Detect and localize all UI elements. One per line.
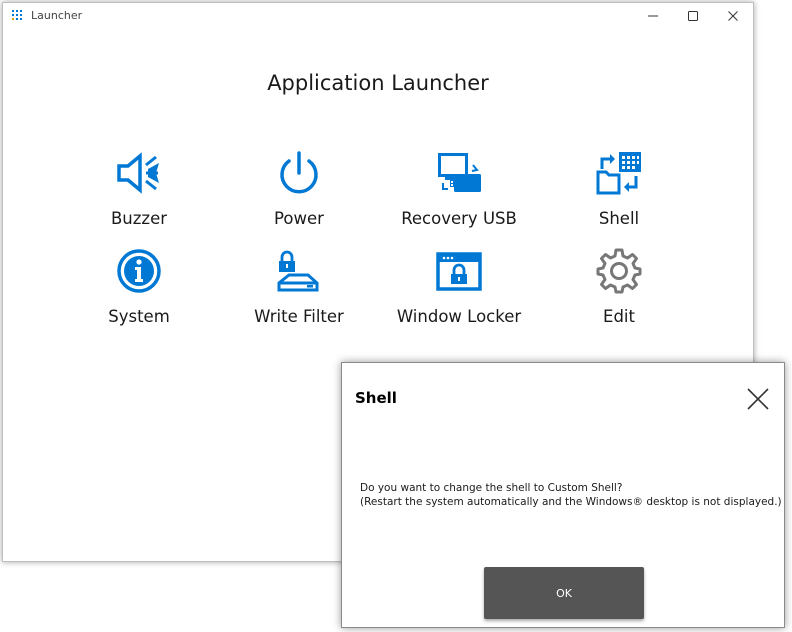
tile-label: Buzzer [110, 209, 168, 228]
tile-write-filter[interactable]: Write Filter [219, 247, 379, 339]
tile-window-locker[interactable]: Window Locker [379, 247, 539, 339]
tile-label: Edit [603, 307, 635, 326]
tile-label: Window Locker [396, 307, 522, 326]
maximize-icon [688, 11, 698, 21]
tile-label: System [108, 307, 170, 326]
dialog-message-line: (Restart the system automatically and th… [360, 496, 782, 508]
power-icon [280, 151, 318, 194]
tile-label: Recovery USB [401, 209, 517, 228]
info-icon [117, 249, 161, 293]
page-title: Application Launcher [267, 71, 489, 95]
tile-buzzer[interactable]: Buzzer [59, 149, 219, 241]
tile-label: Power [274, 209, 324, 228]
minimize-button[interactable] [633, 3, 673, 29]
shell-confirm-dialog: Shell Do you want to change the shell to… [341, 362, 785, 628]
shell-swap-icon [596, 152, 641, 195]
launcher-app-icon [12, 10, 22, 20]
window-lock-icon [436, 252, 482, 291]
usb-recovery-icon [438, 153, 481, 192]
tile-shell[interactable]: Shell [539, 149, 699, 241]
close-icon [747, 388, 769, 410]
tile-label: Write Filter [254, 307, 344, 326]
tile-recovery-usb[interactable]: Recovery USB [379, 149, 539, 241]
speaker-icon [117, 152, 159, 194]
dialog-title: Shell [355, 389, 397, 407]
close-icon [728, 11, 738, 21]
drive-lock-icon [277, 250, 319, 292]
minimize-icon [648, 15, 658, 17]
gear-icon [596, 248, 642, 294]
tile-power[interactable]: Power [219, 149, 379, 241]
dialog-message-line: Do you want to change the shell to Custo… [360, 482, 623, 494]
tile-edit[interactable]: Edit [539, 247, 699, 339]
maximize-button[interactable] [673, 3, 713, 29]
dialog-message: Do you want to change the shell to Custo… [360, 481, 782, 509]
title-bar[interactable]: Launcher [3, 3, 753, 29]
tile-system[interactable]: System [59, 247, 219, 339]
dialog-close-button[interactable] [744, 385, 772, 413]
ok-button[interactable]: OK [484, 567, 644, 619]
tile-label: Shell [598, 209, 640, 228]
window-close-button[interactable] [713, 3, 753, 29]
window-title: Launcher [31, 9, 83, 22]
